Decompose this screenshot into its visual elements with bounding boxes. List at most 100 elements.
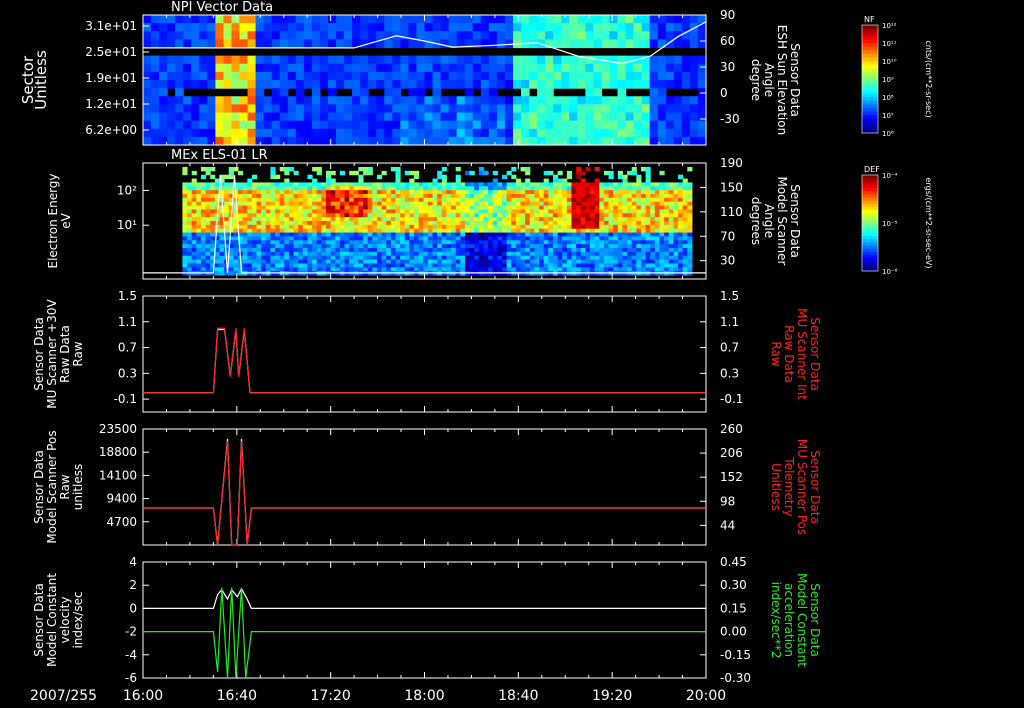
y-axis-label-line: velocity bbox=[58, 597, 72, 644]
spectrogram-cell bbox=[358, 209, 364, 214]
spectrogram-cell bbox=[636, 236, 642, 241]
spectrogram-cell bbox=[409, 259, 415, 264]
spectrogram-cell bbox=[404, 255, 410, 261]
spectrogram-cell bbox=[469, 244, 475, 249]
spectrogram-cell bbox=[488, 209, 494, 214]
spectrogram-cell bbox=[196, 217, 202, 222]
spectrogram-cell bbox=[271, 80, 281, 89]
spectrogram-cell bbox=[590, 255, 596, 261]
spectrogram-cell bbox=[617, 221, 623, 226]
spectrogram-cell bbox=[478, 194, 484, 199]
spectrogram-cell bbox=[408, 88, 418, 97]
spectrogram-cell bbox=[424, 55, 434, 65]
spectrogram-cell bbox=[594, 232, 600, 237]
spectrogram-cell bbox=[627, 221, 633, 226]
spectrogram-cell bbox=[261, 217, 267, 222]
spectrogram-cell bbox=[409, 251, 415, 257]
spectrogram-cell bbox=[207, 104, 216, 114]
spectrogram-cell bbox=[395, 178, 401, 183]
spectrogram-cell bbox=[233, 228, 239, 234]
colorbar-tick-label: 10⁷ bbox=[882, 112, 894, 120]
spectrogram-cell bbox=[339, 209, 346, 214]
spectrogram-cell bbox=[451, 190, 457, 195]
spectrogram-cell bbox=[483, 255, 489, 261]
spectrogram-cell bbox=[594, 244, 600, 249]
spectrogram-cell bbox=[319, 128, 329, 138]
spectrogram-cell bbox=[210, 186, 216, 191]
spectrogram-cell bbox=[199, 112, 208, 122]
spectrogram-cell bbox=[580, 263, 586, 268]
spectrogram-cell bbox=[488, 205, 494, 210]
spectrogram-cell bbox=[358, 197, 364, 203]
spectrogram-cell bbox=[472, 31, 482, 40]
spectrogram-cell bbox=[497, 197, 503, 203]
spectrogram-cell bbox=[460, 267, 466, 272]
spectrogram-cell bbox=[641, 15, 651, 24]
spectrogram-cell bbox=[539, 221, 545, 226]
spectrogram-cell bbox=[566, 267, 572, 272]
spectrogram-cell bbox=[515, 182, 522, 187]
spectrogram-cell bbox=[187, 236, 193, 241]
spectrogram-cell bbox=[263, 55, 273, 65]
spectrogram-cell bbox=[488, 213, 494, 218]
spectrogram-cell bbox=[367, 267, 373, 272]
spectrogram-cell bbox=[659, 255, 665, 261]
spectrogram-cell bbox=[311, 96, 321, 105]
spectrogram-cell bbox=[469, 170, 475, 176]
x-tick-label: 16:40 bbox=[217, 688, 257, 704]
spectrogram-cell bbox=[427, 232, 434, 237]
spectrogram-cell bbox=[566, 205, 572, 210]
spectrogram-cell bbox=[353, 224, 359, 230]
spectrogram-cell bbox=[392, 112, 401, 122]
spectrogram-cell bbox=[664, 213, 670, 218]
spectrogram-cell bbox=[330, 182, 336, 187]
spectrogram-cell bbox=[271, 120, 281, 130]
spectrogram-cell bbox=[275, 232, 281, 237]
spectrogram-cell bbox=[617, 228, 623, 234]
spectrogram-cell bbox=[609, 104, 619, 114]
spectrogram-cell bbox=[207, 136, 216, 146]
spectrogram-cell bbox=[316, 205, 322, 210]
spectrogram-cell bbox=[376, 263, 383, 268]
spectrogram-cell bbox=[520, 221, 526, 226]
spectrogram-cell bbox=[552, 236, 559, 241]
spectrogram-cell bbox=[577, 112, 586, 122]
spectrogram-cell bbox=[627, 205, 633, 210]
spectrogram-cell bbox=[659, 190, 665, 195]
spectrogram-cell bbox=[367, 228, 373, 234]
spectrogram-cell bbox=[627, 209, 633, 214]
spectrogram-cell bbox=[529, 80, 538, 89]
colorbar-tick-label: 10⁻⁵ bbox=[882, 220, 898, 228]
spectrogram-cell bbox=[427, 248, 434, 253]
spectrogram-cell bbox=[460, 190, 466, 195]
right-tick-label: 0.30 bbox=[720, 578, 747, 592]
spectrogram-cell bbox=[239, 39, 249, 49]
spectrogram-cell bbox=[548, 190, 554, 195]
spectrogram-cell bbox=[492, 182, 498, 187]
spectrogram-cell bbox=[414, 194, 420, 199]
spectrogram-cell bbox=[205, 197, 211, 203]
spectrogram-cell bbox=[263, 128, 273, 138]
spectrogram-cell bbox=[284, 167, 290, 172]
spectrogram-cell bbox=[275, 217, 281, 222]
spectrogram-cell bbox=[472, 80, 482, 89]
spectrogram-cell bbox=[404, 201, 410, 207]
right-tick-label: 0.00 bbox=[720, 625, 747, 639]
spectrogram-cell bbox=[537, 88, 546, 97]
spectrogram-cell bbox=[697, 31, 707, 40]
spectrogram-cell bbox=[594, 178, 600, 183]
spectrogram-cell bbox=[566, 263, 572, 268]
spectrogram-cell bbox=[678, 224, 684, 230]
spectrogram-cell bbox=[622, 244, 628, 249]
spectrogram-cell bbox=[455, 205, 461, 210]
spectrogram-cell bbox=[376, 209, 383, 214]
spectrogram-cell bbox=[251, 186, 258, 191]
spectrogram-cell bbox=[395, 174, 401, 180]
spectrogram-cell bbox=[497, 221, 503, 226]
spectrogram-cell bbox=[321, 197, 327, 203]
spectrogram-cell bbox=[502, 263, 508, 268]
spectrogram-cell bbox=[231, 112, 241, 122]
spectrogram-cell bbox=[344, 31, 353, 40]
spectrogram-cell bbox=[601, 80, 611, 89]
spectrogram-cell bbox=[548, 228, 554, 234]
